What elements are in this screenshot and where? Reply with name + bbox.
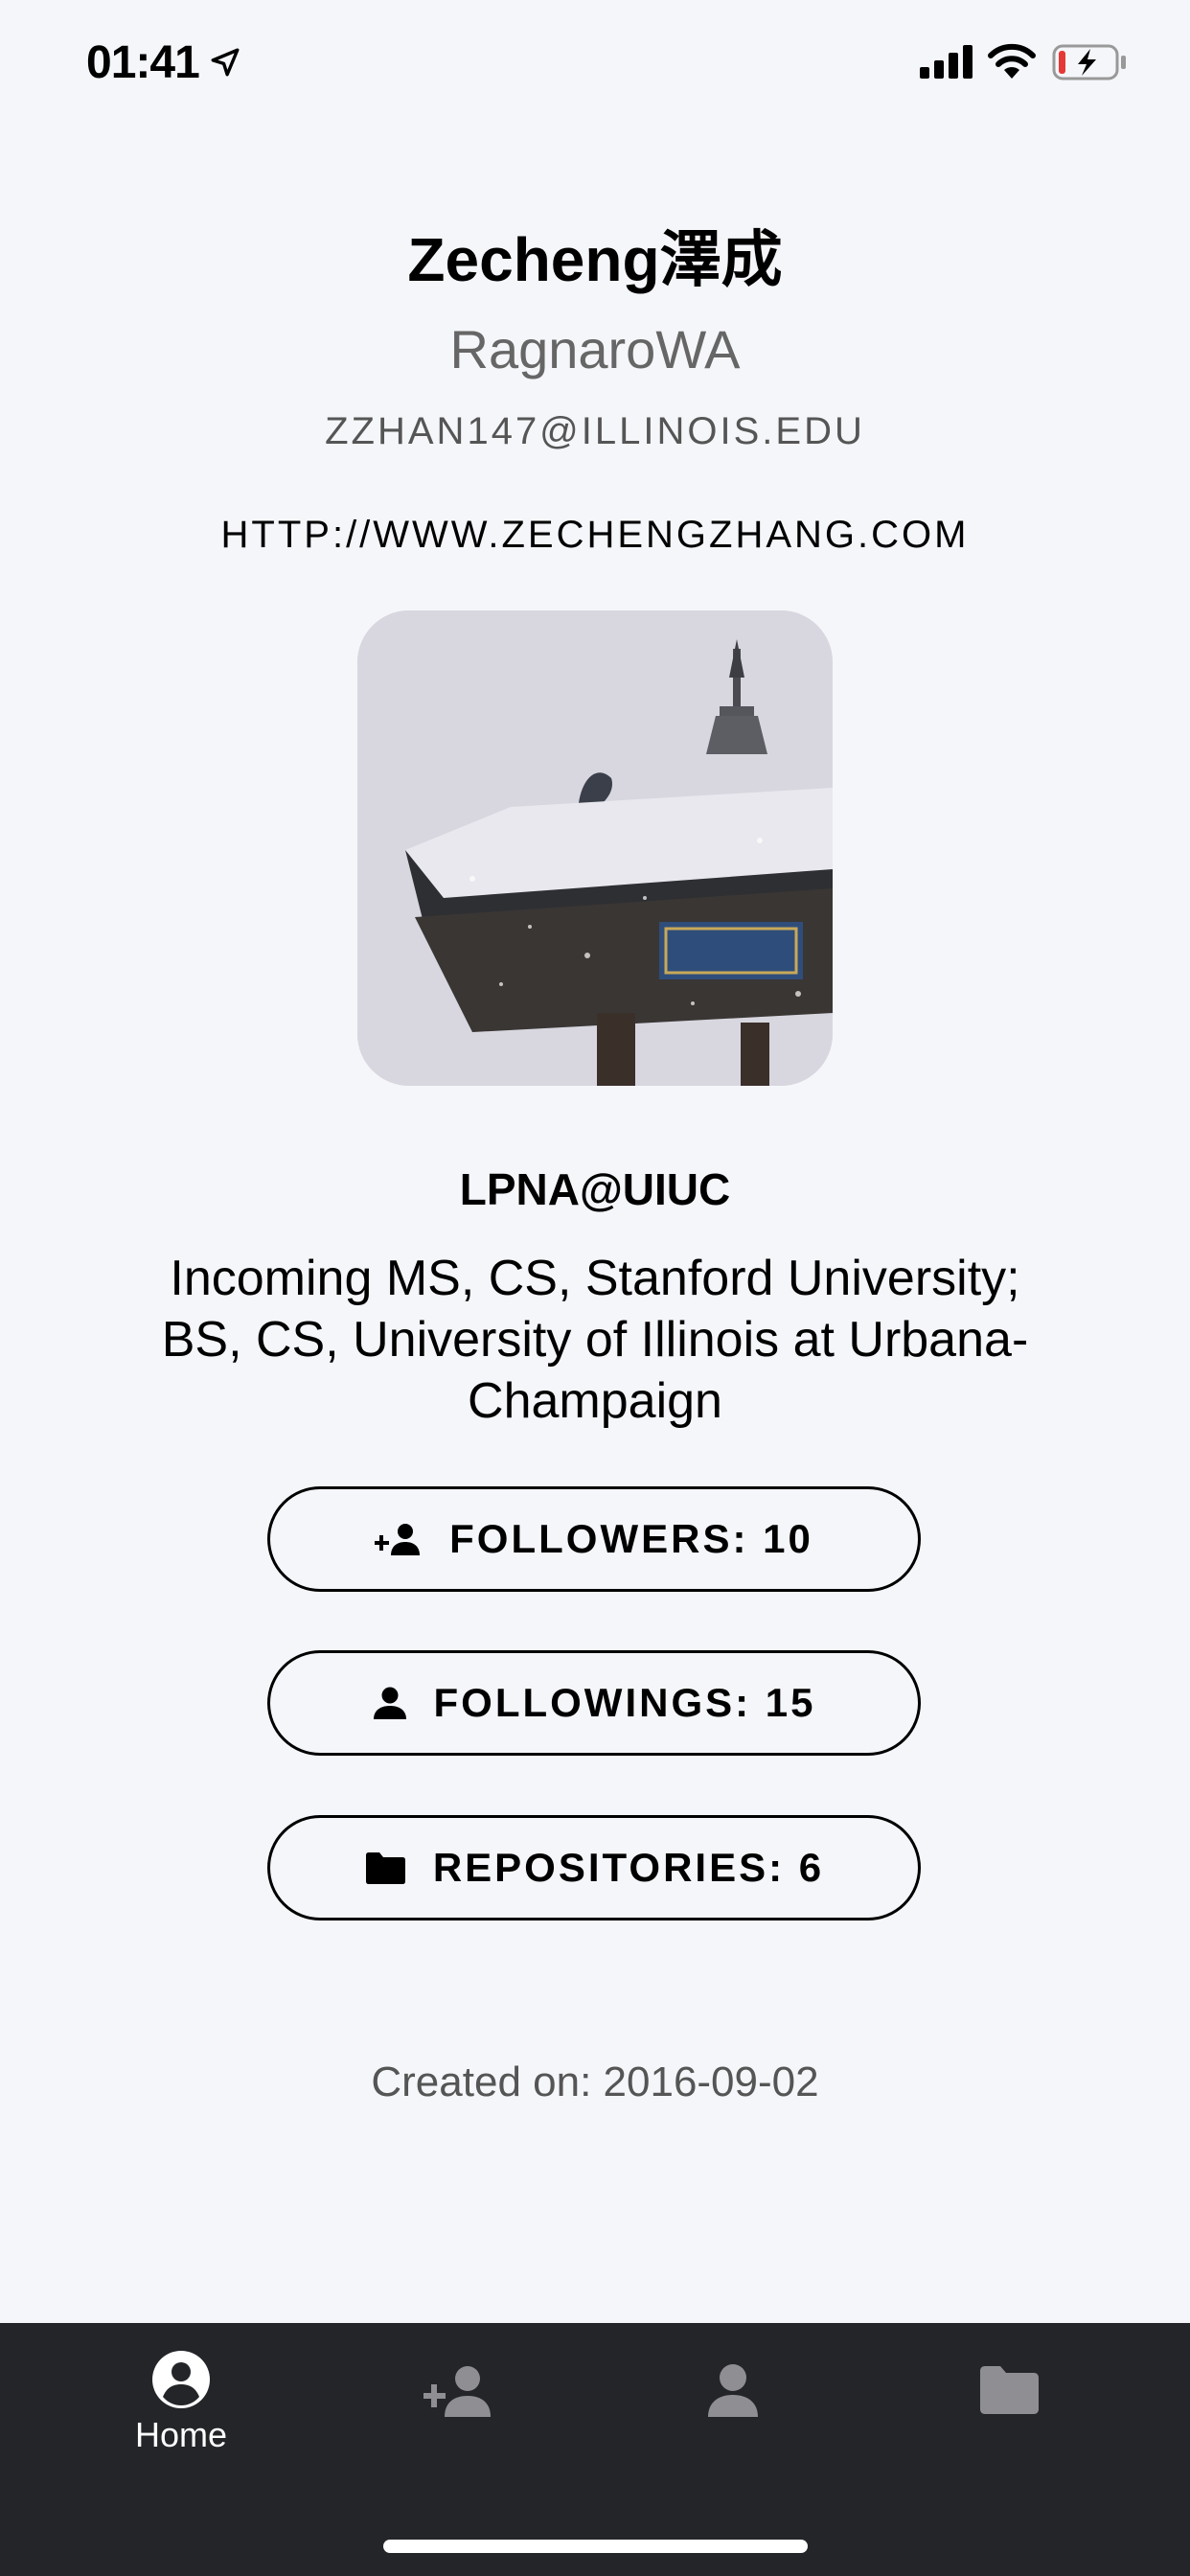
profile-name: Zecheng澤成 (407, 225, 783, 294)
avatar-image (357, 610, 833, 1086)
tab-followings[interactable] (595, 2323, 871, 2486)
folder-icon (365, 1852, 405, 1884)
bottom-tab-bar: Home (0, 2323, 1190, 2576)
repositories-label: REPOSITORIES: 6 (432, 1845, 825, 1890)
account-circle-icon (152, 2351, 210, 2408)
profile-email[interactable]: ZZHAN147@ILLINOIS.EDU (0, 410, 1190, 453)
person-add-icon (423, 2366, 491, 2417)
person-add-icon (375, 1524, 421, 1555)
profile-login: RagnaroWA (449, 319, 741, 380)
profile-screen: 01:41 Zecheng澤成 RagnaroWA ZZHAN147@ILLIN… (0, 0, 1190, 2576)
tab-followers[interactable] (319, 2323, 595, 2486)
person-icon (373, 1687, 406, 1719)
followings-label: FOLLOWINGS: 15 (433, 1680, 816, 1725)
cellular-signal-icon (920, 45, 973, 79)
followings-button[interactable]: FOLLOWINGS: 15 (267, 1650, 921, 1756)
status-bar: 01:41 (0, 0, 1190, 129)
tab-repositories[interactable] (871, 2323, 1147, 2486)
repositories-button[interactable]: REPOSITORIES: 6 (267, 1815, 921, 1920)
location-arrow-icon (211, 48, 240, 77)
wifi-icon (988, 43, 1036, 79)
person-icon (708, 2364, 758, 2417)
profile-company: LPNA@UIUC (459, 1164, 731, 1214)
followers-label: FOLLOWERS: 10 (449, 1516, 813, 1561)
battery-charging-icon (1052, 44, 1126, 80)
created-date: Created on: 2016-09-02 (371, 2058, 819, 2105)
followers-button[interactable]: FOLLOWERS: 10 (267, 1486, 921, 1592)
folder-icon (980, 2366, 1039, 2414)
tab-home-label: Home (134, 2415, 228, 2454)
tab-home[interactable]: Home (43, 2323, 319, 2486)
status-time: 01:41 (86, 37, 200, 88)
profile-website-link[interactable]: HTTP://WWW.ZECHENGZHANG.COM (0, 514, 1190, 557)
avatar (357, 610, 833, 1086)
profile-bio: Incoming MS, CS, Stanford University; BS… (161, 1251, 1029, 1429)
home-indicator (383, 2540, 808, 2553)
